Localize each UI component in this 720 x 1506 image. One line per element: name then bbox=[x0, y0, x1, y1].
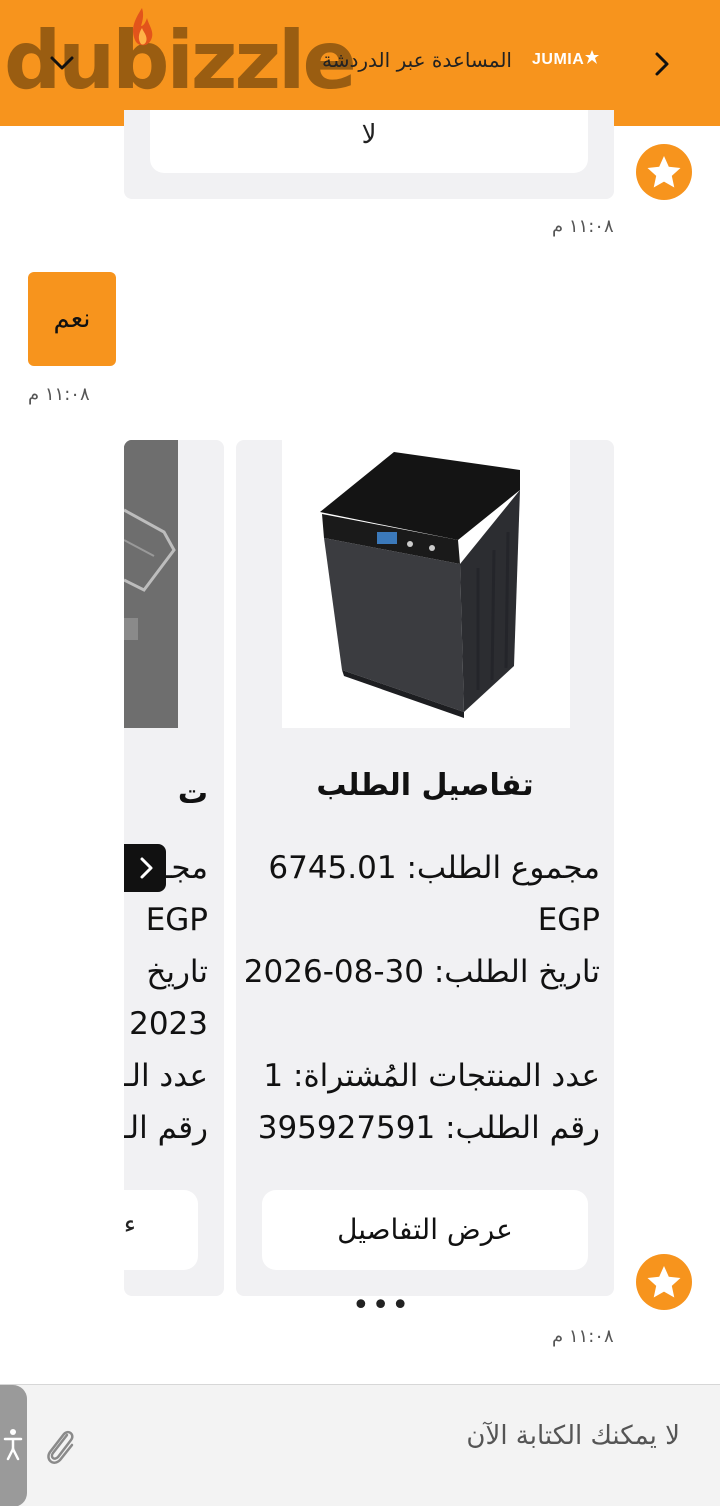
flame-icon bbox=[133, 8, 153, 46]
typing-dots: ••• bbox=[352, 1288, 412, 1323]
user-message-timestamp: ١١:٠٨ م bbox=[28, 384, 90, 405]
jumia-logo: JUMIA bbox=[532, 50, 600, 69]
accessibility-icon bbox=[3, 1429, 23, 1461]
carousel-prev-button[interactable] bbox=[124, 844, 166, 892]
message-input-bar: لا يمكنك الكتابة الآن bbox=[0, 1384, 720, 1506]
chevron-down-icon bbox=[50, 56, 74, 70]
order-card-2-details-button[interactable]: ء bbox=[124, 1190, 198, 1270]
attach-button[interactable] bbox=[40, 1421, 80, 1471]
order-card-2-line: عدد الـ bbox=[124, 1058, 208, 1094]
order-card-2-line: تاريخ bbox=[146, 954, 208, 990]
message-timestamp: ١١:٠٨ م bbox=[552, 216, 614, 237]
order-number: رقم الطلب: 395927591 bbox=[257, 1110, 600, 1146]
order-card-title: تفاصيل الطلب bbox=[316, 768, 534, 803]
order-card-2-line: مجـ bbox=[162, 850, 208, 886]
washing-machine-image bbox=[282, 440, 570, 728]
back-button[interactable] bbox=[642, 44, 682, 84]
order-card-1: تفاصيل الطلب مجموع الطلب: 6745.01 EGP تا… bbox=[236, 440, 614, 1296]
order-card-2-line: EGP bbox=[145, 902, 208, 938]
order-card-2-line: 2023 bbox=[129, 1006, 208, 1042]
bot-avatar bbox=[636, 144, 692, 200]
order-card-2-title: ت bbox=[177, 776, 208, 811]
order-items-count: عدد المنتجات المُشتراة: 1 bbox=[263, 1058, 600, 1094]
order-total: مجموع الطلب: 6745.01 EGP bbox=[268, 850, 600, 938]
order-card-2-line: رقم الـ bbox=[124, 1110, 208, 1146]
view-details-button[interactable]: عرض التفاصيل bbox=[262, 1190, 588, 1270]
chat-header: dubizzle المساعدة عبر الدردشة JUMIA bbox=[0, 0, 720, 126]
previous-bot-message: لا bbox=[124, 110, 614, 199]
star-icon bbox=[647, 1266, 681, 1298]
reply-option-no[interactable]: لا bbox=[150, 110, 588, 173]
jumia-star-icon bbox=[585, 50, 600, 64]
collapse-chat-button[interactable] bbox=[40, 46, 84, 82]
chat-title: المساعدة عبر الدردشة bbox=[322, 48, 512, 72]
product-image bbox=[124, 440, 178, 728]
paperclip-icon bbox=[47, 1430, 74, 1464]
star-icon bbox=[647, 156, 681, 188]
bot-avatar bbox=[636, 1254, 692, 1310]
accessibility-button[interactable] bbox=[0, 1385, 27, 1506]
chevron-left-icon bbox=[140, 857, 153, 879]
user-message-bubble: نعم bbox=[28, 272, 116, 366]
chevron-right-icon bbox=[655, 52, 669, 76]
bot-message-timestamp: ١١:٠٨ م bbox=[552, 1326, 614, 1347]
message-input[interactable]: لا يمكنك الكتابة الآن bbox=[466, 1421, 680, 1451]
order-date: تاريخ الطلب: 30-08-2026 bbox=[243, 954, 600, 990]
